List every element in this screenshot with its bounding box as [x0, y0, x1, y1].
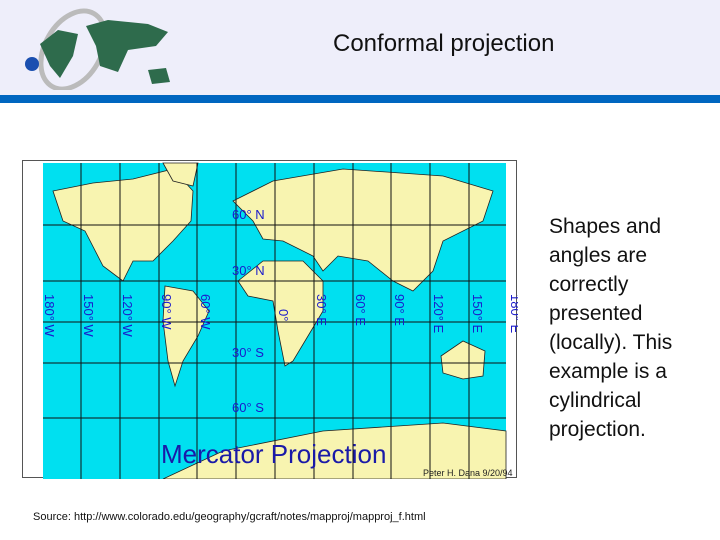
header-divider: [0, 95, 720, 103]
lon-label: 90° W: [159, 294, 174, 330]
lon-label: 150° W: [81, 294, 96, 338]
globe-logo-icon: [25, 8, 170, 90]
lat-label: 60° S: [232, 400, 264, 415]
lat-label: 30° N: [232, 263, 265, 278]
slide-header: Conformal projection: [0, 0, 720, 95]
lon-label: 120° E: [431, 294, 446, 334]
slide-title: Conformal projection: [333, 30, 555, 57]
lat-label: 60° N: [232, 207, 265, 222]
lon-label: 30° E: [314, 294, 329, 326]
mercator-map: 60° N 30° N 30° S 60° S 180° W 150° W 12…: [22, 160, 518, 479]
lon-label: 180° W: [42, 294, 57, 338]
map-graphic: 60° N 30° N 30° S 60° S 180° W 150° W 12…: [42, 162, 518, 479]
slide-description: Shapes and angles are correctly presente…: [549, 215, 673, 441]
lon-label: 150° E: [470, 294, 485, 334]
lon-label: 0°: [276, 309, 291, 321]
lon-label: 120° W: [120, 294, 135, 338]
map-credit: Peter H. Dana 9/20/94: [423, 468, 513, 478]
map-title: Mercator Projection: [161, 439, 386, 469]
lon-label: 90° E: [392, 294, 407, 326]
lon-label: 180° E: [508, 294, 518, 334]
lon-label: 60° E: [353, 294, 368, 326]
lon-label: 60° W: [198, 294, 213, 330]
source-citation: Source: http://www.colorado.edu/geograph…: [33, 511, 426, 523]
lat-label: 30° S: [232, 345, 264, 360]
